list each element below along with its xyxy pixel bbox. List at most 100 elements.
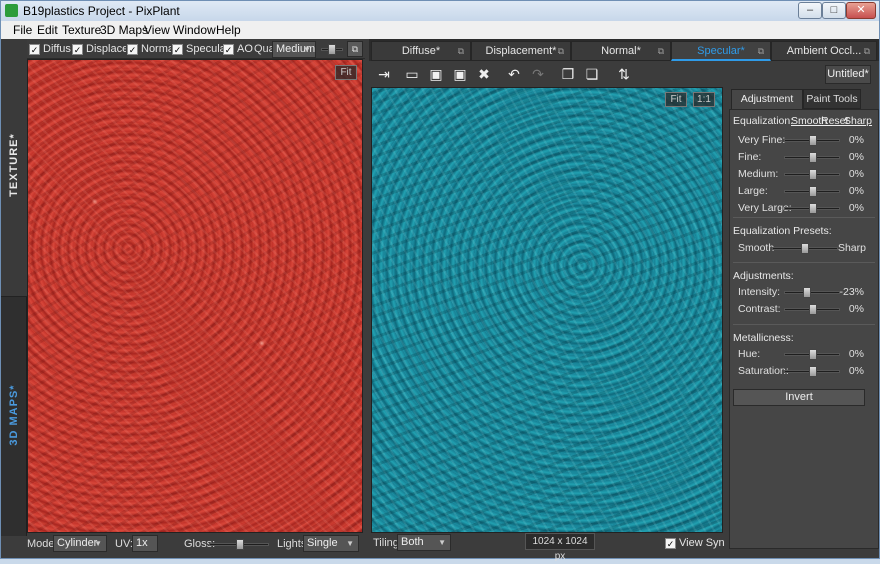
menu-window[interactable]: Window [173, 23, 216, 37]
copy-icon[interactable]: ❐ [557, 64, 579, 85]
chevron-down-icon: ▼ [346, 539, 354, 548]
app-window: B19plastics Project - PixPlant – □ ✕ Fil… [0, 0, 880, 562]
map-tabs: Diffuse* ⧉ Displacement* ⧉ Normal* ⧉ Specul… [369, 39, 879, 61]
float-icon[interactable]: ⧉ [758, 42, 764, 60]
chevron-down-icon: ▼ [438, 538, 446, 547]
divider [733, 217, 875, 218]
slider-knob[interactable] [809, 169, 817, 180]
swap-icon[interactable]: ⇅ [613, 64, 635, 85]
adjustment-label: Contrast: [738, 303, 781, 315]
preview-bottom-bar: Model: Cylinder ▼ UV: 1x Gloss: Lights: S… [27, 534, 369, 554]
gloss-slider[interactable] [209, 539, 269, 550]
model-select[interactable]: Cylinder ▼ [53, 535, 107, 552]
tab-normal[interactable]: Normal* ⧉ [571, 41, 671, 61]
3d-preview-viewport[interactable] [27, 59, 363, 533]
float-icon[interactable]: ⧉ [864, 42, 870, 60]
tab-diffuse[interactable]: Diffuse* ⧉ [371, 41, 471, 61]
presets-sharp-label: Sharp [837, 242, 866, 254]
uv-label: UV: [115, 538, 133, 550]
equalization-slider[interactable] [784, 169, 840, 180]
equalization-slider[interactable] [784, 135, 840, 146]
equalization-slider[interactable] [784, 152, 840, 163]
tab-displacement[interactable]: Displacement* ⧉ [471, 41, 571, 61]
slider-knob[interactable] [236, 539, 244, 550]
equalization-slider[interactable] [784, 186, 840, 197]
quality-slider[interactable] [321, 44, 343, 55]
undo-icon[interactable]: ↶ [503, 64, 525, 85]
chevron-down-icon: ▼ [94, 539, 102, 548]
slider-knob[interactable] [809, 135, 817, 146]
left-splitter[interactable] [363, 59, 371, 537]
tab-specular[interactable]: Specular* ⧉ [671, 41, 771, 61]
adjustment-slider[interactable] [784, 287, 840, 298]
fit-button-map[interactable]: Fit [665, 92, 687, 107]
checkbox-displacement[interactable]: ✓Displaceme [72, 42, 126, 56]
tab-texture[interactable]: TEXTURE* [1, 39, 27, 297]
slider-knob[interactable] [809, 152, 817, 163]
equalization-label: Large: [738, 185, 768, 197]
slider-knob[interactable] [328, 44, 336, 55]
map-viewport[interactable] [371, 87, 723, 533]
sharp-link[interactable]: Sharp [844, 115, 872, 127]
app-icon [5, 4, 18, 17]
quality-select[interactable]: Medium ▼ [272, 41, 316, 58]
divider [733, 324, 875, 325]
fit-button-preview[interactable]: Fit [335, 65, 357, 80]
float-icon[interactable]: ⧉ [458, 42, 464, 60]
metallicness-label: Metallicness: [733, 332, 794, 344]
close-button[interactable]: ✕ [846, 2, 876, 19]
maximize-button[interactable]: □ [822, 2, 846, 19]
metallicness-value: 0% [848, 348, 864, 360]
checkbox-view-sync[interactable]: ✓View Sync [665, 536, 725, 550]
save-as-icon[interactable]: ▣ [449, 64, 471, 85]
float-icon[interactable]: ⧉ [558, 42, 564, 60]
slider-knob[interactable] [803, 287, 811, 298]
slider-knob[interactable] [809, 186, 817, 197]
equalization-value: 0% [848, 202, 864, 214]
tab-adjustment-tools[interactable]: Adjustment Tools [731, 89, 803, 123]
tab-paint-tools[interactable]: Paint Tools [803, 89, 861, 109]
import-icon[interactable]: ⇥ [373, 64, 395, 85]
adjustment-slider[interactable] [784, 304, 840, 315]
slider-knob[interactable] [809, 366, 817, 377]
checkbox-specular[interactable]: ✓Specular [172, 42, 223, 56]
menu-help[interactable]: Help [216, 23, 241, 37]
redo-icon[interactable]: ↷ [527, 64, 549, 85]
tiling-select[interactable]: Both ▼ [397, 534, 451, 551]
menu-texture[interactable]: Texture [62, 23, 101, 37]
metallicness-slider[interactable] [784, 366, 840, 377]
slider-knob[interactable] [809, 349, 817, 360]
checkbox-diffuse[interactable]: ✓Diffuse [29, 42, 71, 56]
float-icon[interactable]: ⧉ [658, 42, 664, 60]
equalization-slider[interactable] [784, 203, 840, 214]
presets-slider[interactable] [772, 243, 838, 254]
metallicness-value: 0% [848, 365, 864, 377]
slider-knob[interactable] [801, 243, 809, 254]
detach-icon[interactable]: ⧉ [347, 41, 363, 57]
menu-file[interactable]: File [13, 23, 32, 37]
menu-view[interactable]: View [144, 23, 170, 37]
tab-3d-maps[interactable]: 3D MAPS* [1, 301, 27, 491]
uv-stepper[interactable]: 1x [132, 535, 158, 552]
open-folder-icon[interactable]: ▭ [401, 64, 423, 85]
checkbox-normal[interactable]: ✓Normal [127, 42, 171, 56]
project-name-button[interactable]: Untitled* [825, 65, 871, 84]
one-to-one-button[interactable]: 1:1 [693, 92, 715, 107]
equalization-row: Medium: 0% [730, 168, 878, 182]
menu-3d-maps[interactable]: 3D Maps [100, 23, 148, 37]
slider-knob[interactable] [809, 203, 817, 214]
adjustment-label: Intensity: [738, 286, 781, 298]
save-icon[interactable]: ▣ [425, 64, 447, 85]
lights-select[interactable]: Single ▼ [303, 535, 359, 552]
equalization-value: 0% [848, 185, 864, 197]
equalization-value: 0% [848, 134, 864, 146]
adjustment-value: -23% [839, 286, 864, 298]
slider-knob[interactable] [809, 304, 817, 315]
menu-edit[interactable]: Edit [37, 23, 58, 37]
invert-button[interactable]: Invert [733, 389, 865, 406]
paste-icon[interactable]: ❏ [581, 64, 603, 85]
close-map-icon[interactable]: ✖ [473, 64, 495, 85]
metallicness-slider[interactable] [784, 349, 840, 360]
tab-ambient-occlusion[interactable]: Ambient Occl... ⧉ [771, 41, 877, 61]
minimize-button[interactable]: – [798, 2, 822, 19]
